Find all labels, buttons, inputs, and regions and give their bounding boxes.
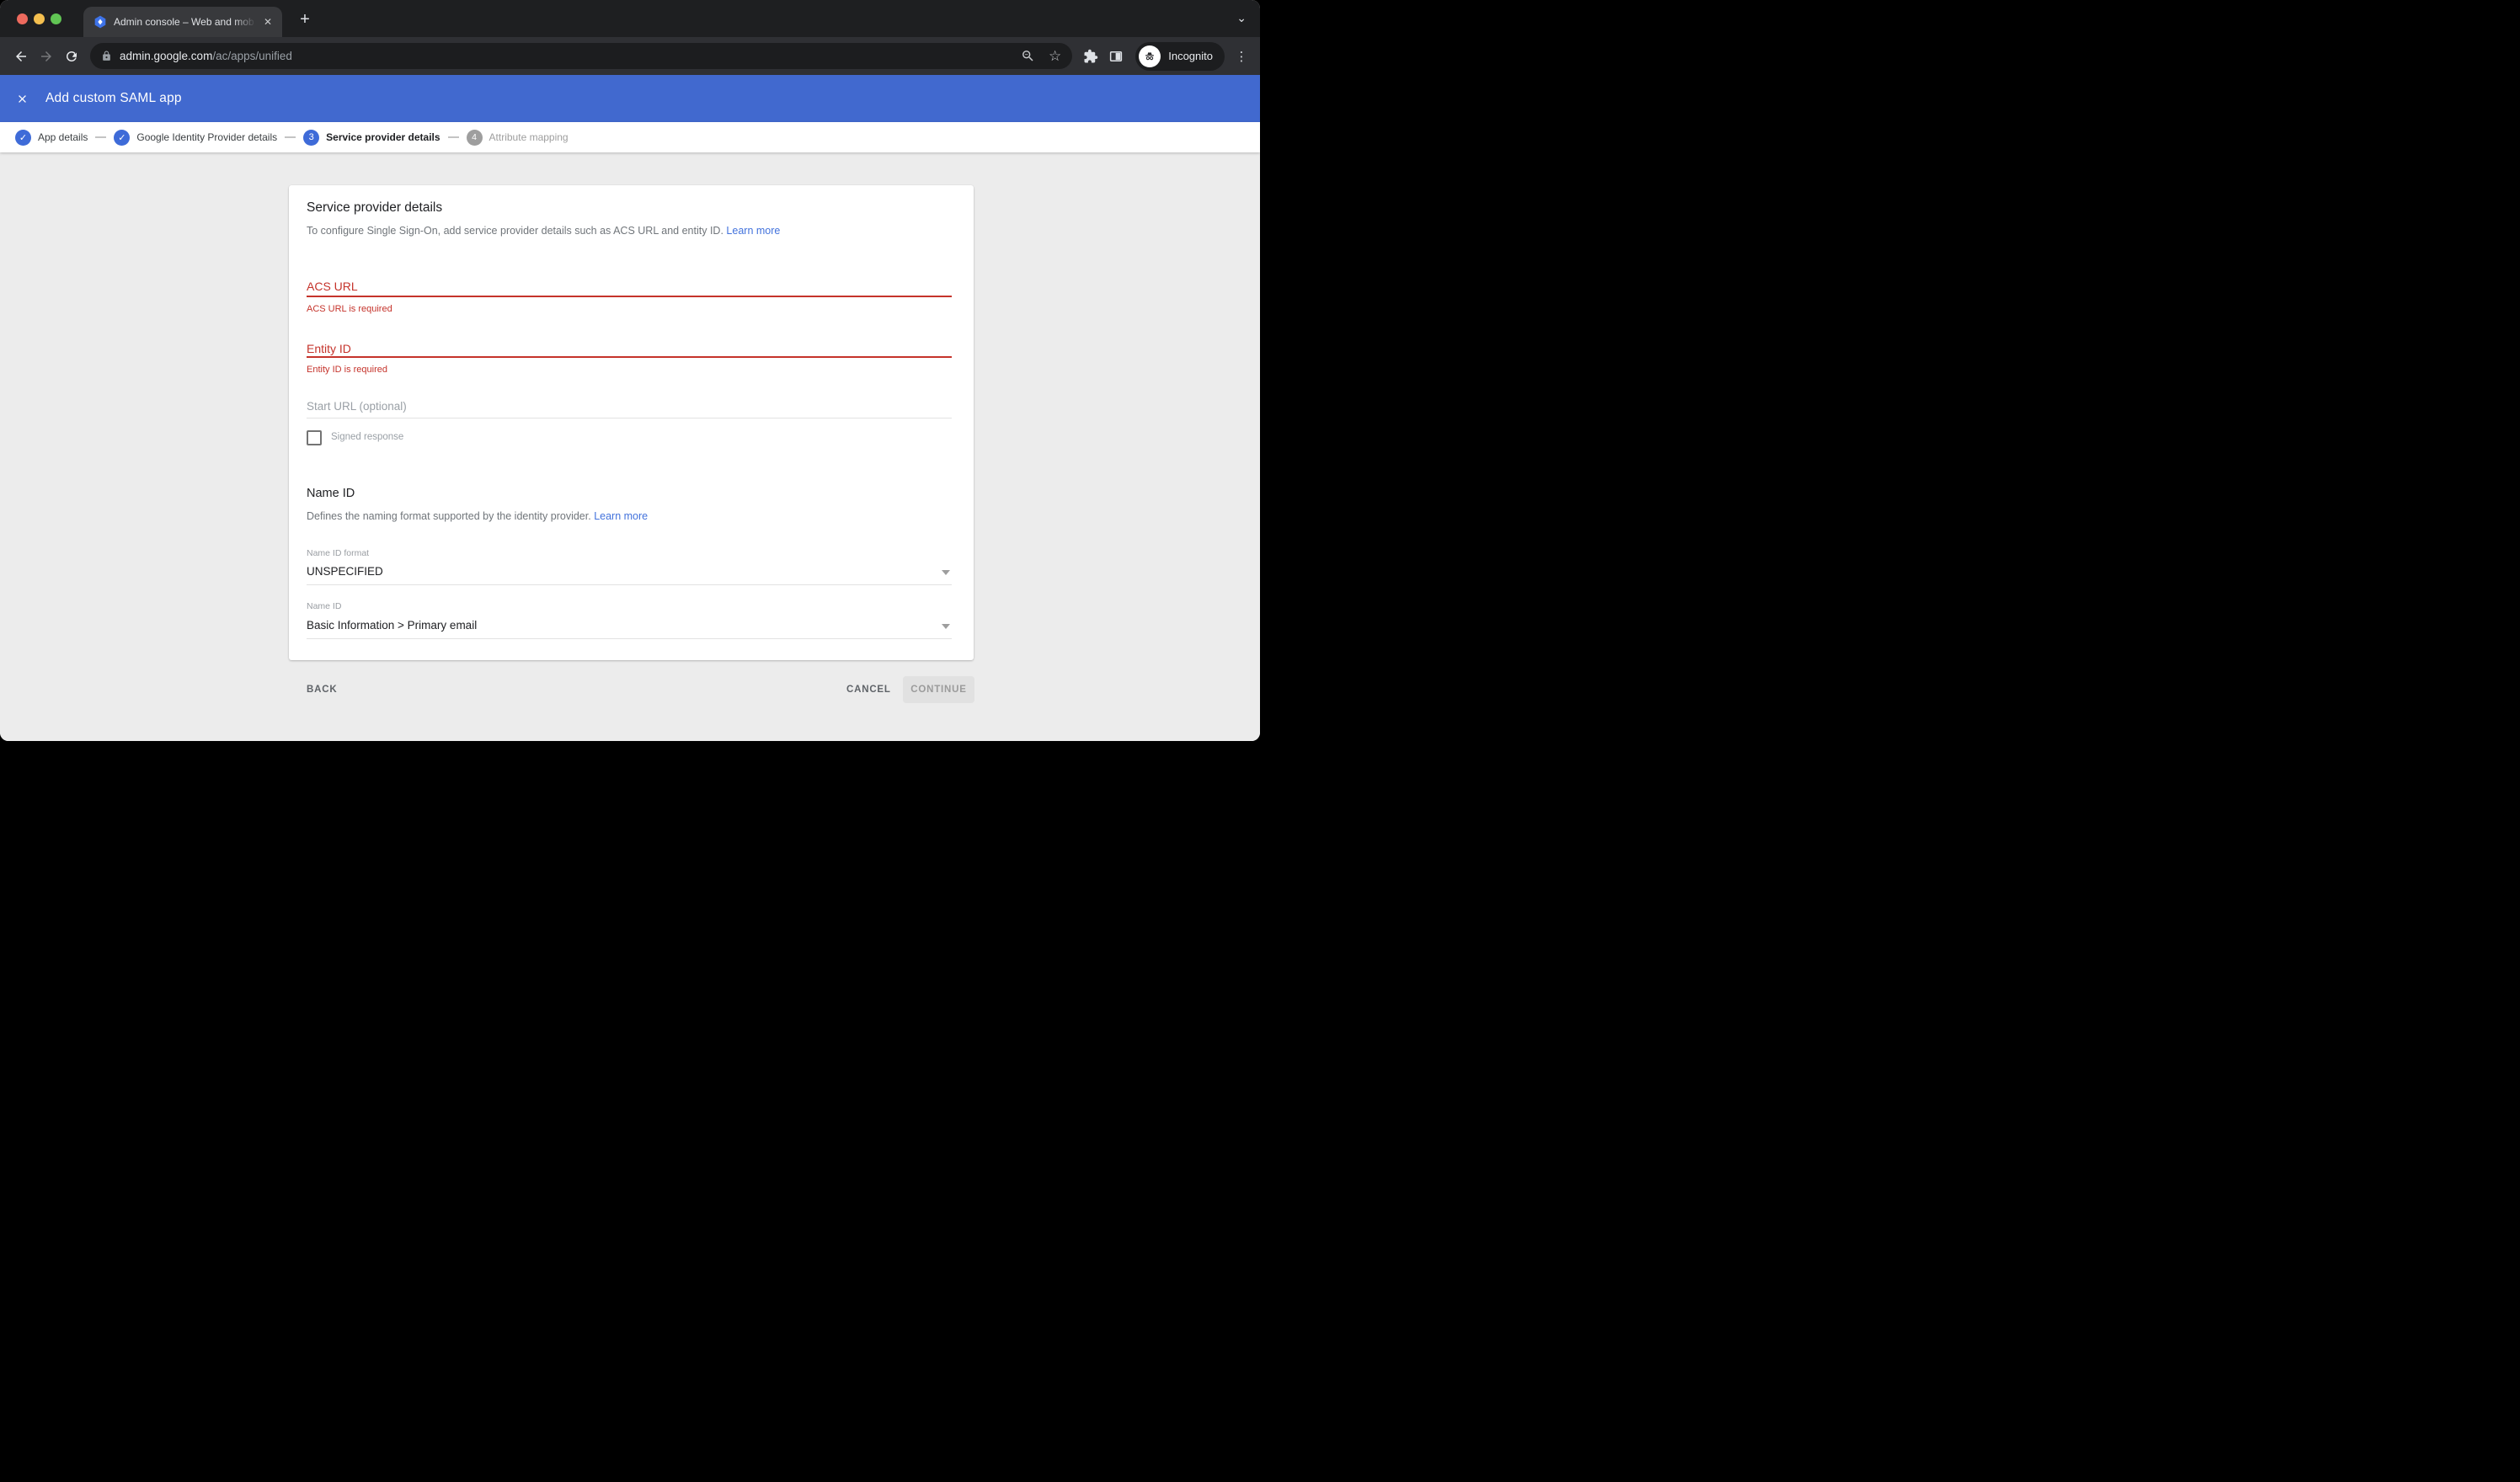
back-button[interactable] — [8, 44, 34, 69]
reload-button[interactable] — [59, 44, 84, 69]
learn-more-link[interactable]: Learn more — [726, 225, 780, 237]
step-number: 3 — [303, 130, 319, 146]
acs-url-error: ACS URL is required — [307, 304, 392, 314]
name-id-underline — [307, 638, 952, 639]
close-dialog-button[interactable] — [13, 89, 31, 108]
step-number: 4 — [467, 130, 483, 146]
incognito-badge: Incognito — [1135, 42, 1225, 71]
browser-menu-button[interactable]: ⋮ — [1231, 44, 1252, 69]
forward-arrow-icon — [39, 49, 54, 64]
tab-strip: Admin console – Web and mob ✕ + ⌄ — [0, 0, 1260, 37]
tab-title: Admin console – Web and mob — [114, 16, 260, 28]
step-label: Attribute mapping — [489, 131, 569, 143]
extensions-button[interactable] — [1078, 44, 1103, 69]
close-window-button[interactable] — [17, 13, 28, 24]
step-done-check-icon: ✓ — [114, 130, 130, 146]
incognito-label: Incognito — [1168, 50, 1213, 62]
step-attribute-mapping: 4 Attribute mapping — [467, 130, 569, 146]
cancel-button[interactable]: CANCEL — [846, 685, 891, 695]
step-connector — [448, 136, 459, 138]
step-label: App details — [38, 131, 88, 143]
url-path: /ac/apps/unified — [212, 50, 292, 62]
back-button-footer[interactable]: BACK — [307, 685, 337, 695]
window-controls — [17, 13, 61, 24]
tab-search-chevron-icon[interactable]: ⌄ — [1236, 11, 1247, 25]
service-provider-card: Service provider details To configure Si… — [289, 185, 974, 660]
acs-url-underline — [307, 296, 952, 297]
maximize-window-button[interactable] — [51, 13, 61, 24]
name-id-heading: Name ID — [307, 487, 355, 500]
tab-close-icon[interactable]: ✕ — [260, 14, 275, 29]
puzzle-piece-icon — [1083, 49, 1098, 64]
side-panel-icon — [1108, 49, 1124, 64]
close-icon — [16, 93, 29, 105]
signed-response-checkbox[interactable] — [307, 430, 322, 445]
new-tab-button[interactable]: + — [293, 8, 317, 31]
learn-more-link[interactable]: Learn more — [594, 510, 648, 522]
reload-icon — [64, 49, 79, 64]
incognito-avatar — [1139, 45, 1161, 67]
card-heading: Service provider details — [307, 200, 442, 216]
magnifier-minus-icon — [1021, 49, 1035, 63]
name-id-format-label: Name ID format — [307, 548, 369, 558]
signed-response-label: Signed response — [331, 432, 403, 442]
browser-tab[interactable]: Admin console – Web and mob ✕ — [83, 7, 282, 37]
card-description-text: To configure Single Sign-On, add service… — [307, 225, 723, 237]
url-host: admin.google.com — [120, 50, 212, 62]
dropdown-arrow-icon[interactable] — [942, 624, 950, 629]
zoom-out-button[interactable] — [1021, 49, 1035, 63]
dialog-header: Add custom SAML app — [0, 75, 1260, 122]
forward-button[interactable] — [34, 44, 59, 69]
name-id-select[interactable]: Basic Information > Primary email — [307, 619, 477, 632]
dialog-title: Add custom SAML app — [45, 91, 182, 106]
card-description: To configure Single Sign-On, add service… — [307, 225, 780, 237]
incognito-icon — [1143, 50, 1156, 63]
step-connector — [285, 136, 296, 138]
step-label: Service provider details — [326, 131, 440, 143]
dialog-content: Service provider details To configure Si… — [0, 152, 1260, 741]
name-id-description-text: Defines the naming format supported by t… — [307, 510, 591, 522]
step-label: Google Identity Provider details — [136, 131, 277, 143]
wizard-stepper: ✓ App details ✓ Google Identity Provider… — [0, 122, 1260, 152]
entity-id-field[interactable]: Entity ID — [307, 342, 351, 355]
dropdown-arrow-icon[interactable] — [942, 570, 950, 575]
back-arrow-icon — [13, 49, 29, 64]
browser-window: Admin console – Web and mob ✕ + ⌄ admin.… — [0, 0, 1260, 741]
entity-id-underline — [307, 356, 952, 358]
start-url-input[interactable] — [307, 396, 952, 416]
lock-icon — [101, 51, 112, 61]
name-id-format-underline — [307, 584, 952, 585]
name-id-description: Defines the naming format supported by t… — [307, 510, 648, 522]
name-id-format-select[interactable]: UNSPECIFIED — [307, 565, 383, 578]
address-bar[interactable]: admin.google.com/ac/apps/unified ☆ — [90, 43, 1072, 69]
side-panel-button[interactable] — [1103, 44, 1129, 69]
continue-button[interactable]: CONTINUE — [903, 676, 974, 703]
step-done-check-icon: ✓ — [15, 130, 31, 146]
browser-toolbar: admin.google.com/ac/apps/unified ☆ — [0, 37, 1260, 75]
entity-id-error: Entity ID is required — [307, 365, 387, 375]
step-google-idp-details[interactable]: ✓ Google Identity Provider details — [114, 130, 277, 146]
acs-url-field[interactable]: ACS URL — [307, 280, 358, 293]
step-service-provider-details[interactable]: 3 Service provider details — [303, 130, 440, 146]
name-id-label: Name ID — [307, 601, 341, 611]
minimize-window-button[interactable] — [34, 13, 45, 24]
step-app-details[interactable]: ✓ App details — [15, 130, 88, 146]
admin-console-favicon-icon — [93, 15, 107, 29]
bookmark-star-icon[interactable]: ☆ — [1049, 49, 1061, 63]
step-connector — [95, 136, 106, 138]
